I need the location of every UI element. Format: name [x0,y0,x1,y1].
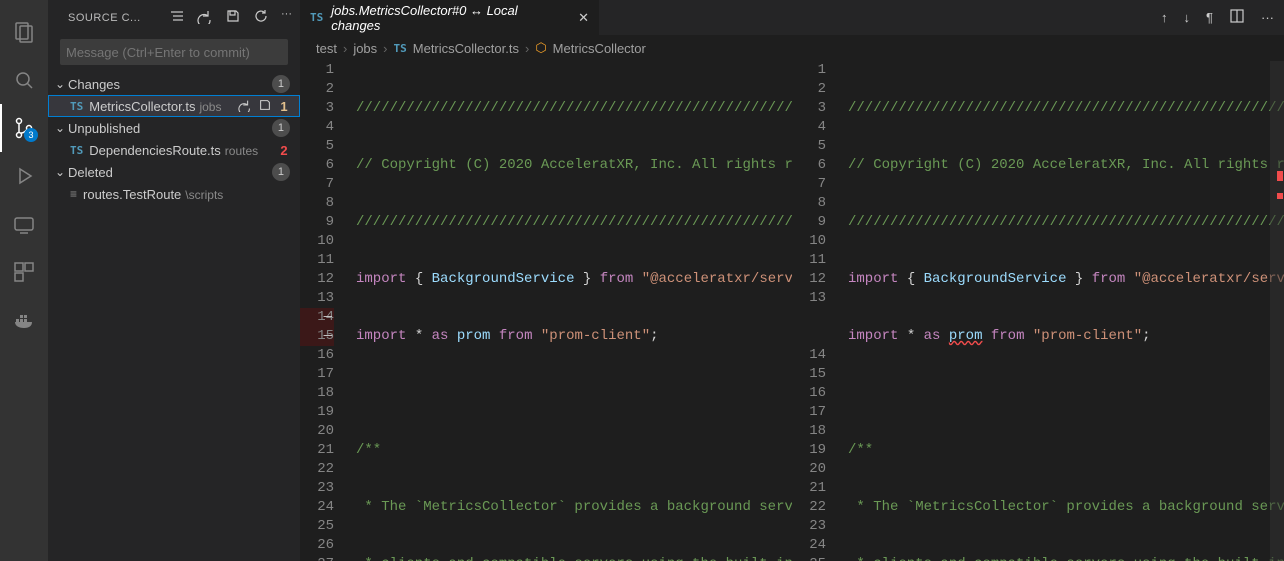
overview-deleted [1277,171,1283,181]
crumb-class[interactable]: MetricsCollector [553,41,646,56]
commit-message-input[interactable] [60,39,288,65]
more-icon[interactable]: ··· [281,8,292,27]
file-routestestroute[interactable]: ≡ routes.TestRoute\scripts [48,183,300,205]
activity-bar: 3 [0,0,48,561]
source-control-icon[interactable]: 3 [0,104,48,152]
save-all-icon[interactable] [225,8,241,27]
explorer-icon[interactable] [0,8,48,56]
class-icon: ⬡ [535,40,546,56]
gutter-original: 1234567891011121314151617181920212223242… [300,61,348,561]
ts-file-icon: TS [70,144,83,157]
changes-count: 1 [272,75,290,93]
diff-editor[interactable]: 1234567891011121314151617181920212223242… [300,61,1284,561]
group-changes[interactable]: ⌄ Changes 1 [48,73,300,95]
diff-original[interactable]: 1234567891011121314151617181920212223242… [300,61,792,561]
more-icon[interactable]: ··· [1261,10,1274,25]
scm-sidebar: SOURCE C... ··· ⌄ Changes 1 TS MetricsCo… [48,0,300,561]
prev-change-icon[interactable]: ↑ [1161,10,1168,25]
close-icon[interactable]: ✕ [578,10,589,26]
code-modified[interactable]: ////////////////////////////////////////… [840,61,1284,561]
crumb-jobs[interactable]: jobs [353,41,377,56]
overview-ruler[interactable] [1270,61,1284,561]
sidebar-header: SOURCE C... ··· [48,0,300,35]
next-change-icon[interactable]: ↓ [1184,10,1191,25]
stage-icon[interactable] [258,98,272,115]
whitespace-icon[interactable]: ¶ [1206,10,1213,25]
file-icon: ≡ [70,187,77,201]
docker-icon[interactable] [0,296,48,344]
tab-diff[interactable]: TS jobs.MetricsCollector#0 ↔ Local chang… [300,0,600,35]
status-modified: 1 [278,99,290,114]
deleted-count: 1 [272,163,290,181]
file-metricscollector[interactable]: TS MetricsCollector.tsjobs 1 [48,95,300,117]
breadcrumbs[interactable]: test › jobs › TS MetricsCollector.ts › ⬡… [300,35,1284,61]
extensions-icon[interactable] [0,248,48,296]
gutter-modified: 1234567891011121314151617181920212223242… [792,61,840,561]
search-icon[interactable] [0,56,48,104]
view-as-tree-icon[interactable] [169,8,185,27]
editor-area: TS jobs.MetricsCollector#0 ↔ Local chang… [300,0,1284,561]
sidebar-title: SOURCE C... [68,12,169,24]
ts-file-icon: TS [310,11,323,24]
diff-modified[interactable]: 1234567891011121314151617181920212223242… [792,61,1284,561]
code-original[interactable]: ////////////////////////////////////////… [348,61,792,561]
crumb-file[interactable]: MetricsCollector.ts [413,41,519,56]
group-unpublished[interactable]: ⌄ Unpublished 1 [48,117,300,139]
chevron-down-icon: ⌄ [52,165,68,179]
chevron-down-icon: ⌄ [52,77,68,91]
tab-bar: TS jobs.MetricsCollector#0 ↔ Local chang… [300,0,1284,35]
remote-icon[interactable] [0,200,48,248]
split-icon[interactable] [1229,8,1245,27]
ts-file-icon: TS [394,42,407,55]
editor-actions: ↑ ↓ ¶ ··· [1151,0,1284,35]
ts-file-icon: TS [70,100,83,113]
chevron-down-icon: ⌄ [52,121,68,135]
tab-title: jobs.MetricsCollector#0 ↔ Local changes [331,3,570,33]
unpublished-count: 1 [272,119,290,137]
group-deleted[interactable]: ⌄ Deleted 1 [48,161,300,183]
debug-icon[interactable] [0,152,48,200]
refresh-icon[interactable] [253,8,269,27]
commit-icon[interactable] [197,8,213,27]
status-count: 2 [278,143,290,158]
scm-badge: 3 [24,128,38,142]
overview-error [1277,193,1283,199]
discard-icon[interactable] [238,98,252,115]
crumb-test[interactable]: test [316,41,337,56]
file-dependenciesroute[interactable]: TS DependenciesRoute.tsroutes 2 [48,139,300,161]
